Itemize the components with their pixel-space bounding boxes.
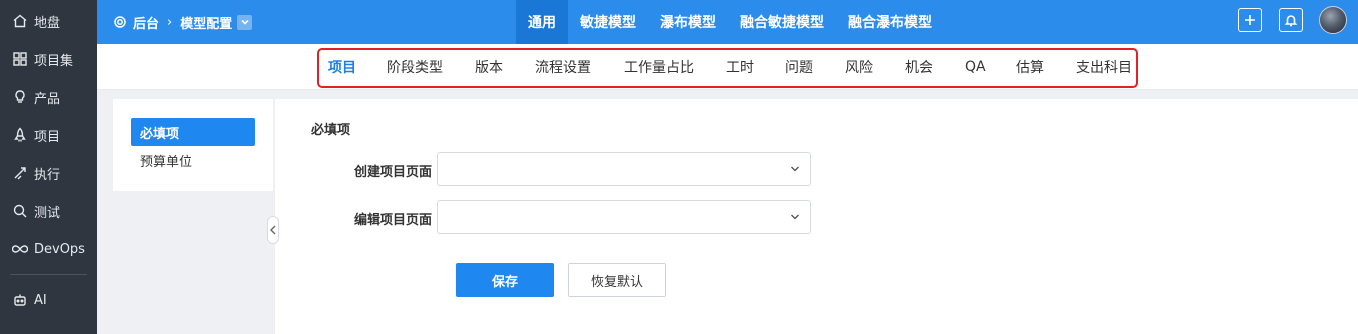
sidebar-item-label: DevOps bbox=[34, 241, 85, 257]
subtab-qa[interactable]: QA bbox=[965, 44, 986, 90]
tab-general[interactable]: 通用 bbox=[516, 0, 568, 44]
breadcrumb: 后台 › 模型配置 bbox=[113, 0, 253, 44]
home-icon bbox=[12, 13, 28, 29]
sidebar-divider bbox=[10, 274, 87, 275]
bell-icon bbox=[1284, 15, 1298, 27]
sidebar-item-label: 地盘 bbox=[34, 15, 61, 31]
subtab-project[interactable]: 项目 bbox=[328, 44, 356, 90]
sidebar-item-dashboard[interactable]: 地盘 bbox=[0, 3, 97, 39]
breadcrumb-current: 模型配置 bbox=[180, 16, 233, 32]
robot-icon bbox=[12, 292, 28, 308]
subtab-stage-type[interactable]: 阶段类型 bbox=[387, 44, 443, 90]
sidebar-item-label: 项目 bbox=[34, 129, 61, 145]
subtab-workflow[interactable]: 流程设置 bbox=[535, 44, 591, 90]
sidebar-item-execution[interactable]: 执行 bbox=[0, 155, 97, 191]
save-button[interactable]: 保存 bbox=[456, 263, 554, 297]
sub-navigation: 项目 阶段类型 版本 流程设置 工作量占比 工时 问题 风险 机会 QA 估算 … bbox=[97, 44, 1358, 90]
collapse-panel-handle[interactable] bbox=[267, 216, 279, 244]
breadcrumb-root[interactable]: 后台 bbox=[133, 13, 159, 32]
tab-hybrid-waterfall-model[interactable]: 融合瀑布模型 bbox=[836, 0, 944, 44]
grid-icon bbox=[12, 51, 28, 67]
sidebar-item-ai[interactable]: AI bbox=[0, 282, 97, 318]
edit-page-label: 编辑项目页面 bbox=[353, 213, 432, 228]
sidebar-item-label: 项目集 bbox=[34, 53, 74, 69]
add-button[interactable] bbox=[1238, 8, 1262, 32]
sidebar-item-devops[interactable]: DevOps bbox=[0, 231, 97, 267]
edit-page-select[interactable] bbox=[437, 200, 811, 234]
chevron-down-icon bbox=[791, 166, 799, 172]
plus-icon bbox=[1245, 15, 1255, 25]
notification-button[interactable] bbox=[1279, 8, 1303, 32]
sidebar-item-label: 执行 bbox=[34, 167, 61, 183]
sidebar: 地盘 项目集 产品 项目 执行 测试 DevOps AI bbox=[0, 0, 97, 334]
gear-icon bbox=[113, 15, 127, 29]
subtab-opportunity[interactable]: 机会 bbox=[905, 44, 933, 90]
search-icon bbox=[12, 203, 28, 219]
run-icon bbox=[12, 165, 28, 181]
menu-item-budget-unit[interactable]: 预算单位 bbox=[131, 146, 255, 174]
top-header: 后台 › 模型配置 通用 敏捷模型 瀑布模型 融合敏捷模型 融合瀑布模型 bbox=[97, 0, 1358, 44]
infinity-icon bbox=[12, 241, 28, 257]
subtab-expense-category[interactable]: 支出科目 bbox=[1076, 44, 1132, 90]
rocket-icon bbox=[12, 127, 28, 143]
create-page-label: 创建项目页面 bbox=[353, 165, 432, 180]
sidebar-item-program[interactable]: 项目集 bbox=[0, 41, 97, 77]
chevron-down-icon bbox=[791, 214, 799, 220]
create-page-select[interactable] bbox=[437, 152, 811, 186]
tab-agile-model[interactable]: 敏捷模型 bbox=[568, 0, 648, 44]
sidebar-item-product[interactable]: 产品 bbox=[0, 79, 97, 115]
model-tabs: 通用 敏捷模型 瀑布模型 融合敏捷模型 融合瀑布模型 bbox=[516, 0, 944, 44]
sidebar-item-label: 测试 bbox=[34, 205, 61, 221]
tab-hybrid-agile-model[interactable]: 融合敏捷模型 bbox=[728, 0, 836, 44]
main-panel: 必填项 创建项目页面 编辑项目页面 保存 恢复默认 bbox=[275, 99, 1358, 334]
menu-item-required-fields[interactable]: 必填项 bbox=[131, 118, 255, 146]
subtab-issue[interactable]: 问题 bbox=[785, 44, 813, 90]
subtab-risk[interactable]: 风险 bbox=[845, 44, 873, 90]
sidebar-item-label: AI bbox=[34, 292, 47, 308]
chevron-down-icon[interactable] bbox=[237, 14, 253, 30]
settings-menu: 必填项 预算单位 bbox=[113, 99, 273, 191]
chevron-right-icon: › bbox=[167, 14, 173, 30]
subtab-version[interactable]: 版本 bbox=[475, 44, 503, 90]
subtab-estimate[interactable]: 估算 bbox=[1016, 44, 1044, 90]
subtab-workload-ratio[interactable]: 工作量占比 bbox=[624, 44, 694, 90]
chevron-left-icon bbox=[270, 225, 276, 235]
lightbulb-icon bbox=[12, 89, 28, 105]
subtab-effort[interactable]: 工时 bbox=[726, 44, 754, 90]
tab-waterfall-model[interactable]: 瀑布模型 bbox=[648, 0, 728, 44]
section-title: 必填项 bbox=[311, 123, 351, 138]
sidebar-item-label: 产品 bbox=[34, 91, 61, 107]
sidebar-item-test[interactable]: 测试 bbox=[0, 193, 97, 229]
sidebar-item-project[interactable]: 项目 bbox=[0, 117, 97, 153]
restore-default-button[interactable]: 恢复默认 bbox=[568, 263, 666, 297]
avatar[interactable] bbox=[1319, 6, 1347, 34]
